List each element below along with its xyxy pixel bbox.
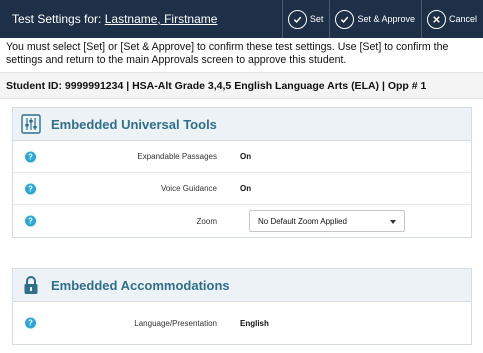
zoom-select[interactable]: No Default Zoom Applied	[249, 210, 405, 232]
set-approve-button[interactable]: Set & Approve	[329, 0, 421, 38]
setting-label: Language/Presentation	[134, 318, 217, 328]
setting-value: On	[240, 184, 252, 193]
help-icon[interactable]: ?	[25, 215, 36, 227]
zoom-select-value: No Default Zoom Applied	[258, 216, 347, 226]
setting-row-zoom: ? Zoom No Default Zoom Applied	[13, 205, 471, 237]
accommodations-header: Embedded Accommodations	[13, 269, 471, 302]
cancel-button-label: Cancel	[448, 14, 477, 24]
instructions-text: You must select [Set] or [Set & Approve]…	[6, 41, 449, 66]
accommodations-panel: Embedded Accommodations ? Language/Prese…	[12, 268, 472, 345]
universal-tools-title: Embedded Universal Tools	[51, 116, 217, 132]
student-name-link[interactable]: Lastname, Firstname	[105, 12, 218, 26]
sliders-icon	[21, 113, 41, 135]
student-info-bar: Student ID: 9999991234 | HSA-Alt Grade 3…	[0, 72, 483, 99]
check-circle-icon	[287, 9, 307, 29]
settings-header: Test Settings for: Lastname, Firstname S…	[0, 0, 483, 38]
setting-value: On	[240, 152, 252, 161]
setting-value: English	[240, 318, 269, 328]
setting-label: Expandable Passages	[137, 152, 217, 161]
set-approve-button-label: Set & Approve	[357, 14, 415, 24]
setting-label: Voice Guidance	[160, 184, 217, 193]
header-title-prefix: Test Settings for:	[12, 12, 105, 26]
setting-row-voice-guidance: ? Voice Guidance On	[13, 173, 471, 205]
setting-row-language-presentation: ? Language/Presentation English	[13, 302, 471, 344]
help-icon[interactable]: ?	[25, 151, 36, 162]
universal-tools-header: Embedded Universal Tools	[13, 108, 471, 141]
lock-icon	[21, 274, 41, 296]
check-circle-icon	[335, 9, 355, 29]
help-icon[interactable]: ?	[25, 183, 36, 194]
universal-tools-panel: Embedded Universal Tools ? Expandable Pa…	[12, 107, 472, 238]
header-title: Test Settings for: Lastname, Firstname	[0, 12, 282, 26]
set-button[interactable]: Set	[281, 0, 330, 38]
accommodations-title: Embedded Accommodations	[51, 277, 230, 293]
set-button-label: Set	[309, 14, 324, 24]
setting-row-expandable-passages: ? Expandable Passages On	[13, 141, 471, 173]
x-circle-icon	[426, 9, 446, 29]
help-icon[interactable]: ?	[25, 317, 36, 329]
cancel-button[interactable]: Cancel	[420, 0, 483, 38]
setting-label: Zoom	[196, 216, 217, 226]
student-info-text: Student ID: 9999991234 | HSA-Alt Grade 3…	[6, 79, 427, 92]
chevron-down-icon	[390, 220, 396, 224]
